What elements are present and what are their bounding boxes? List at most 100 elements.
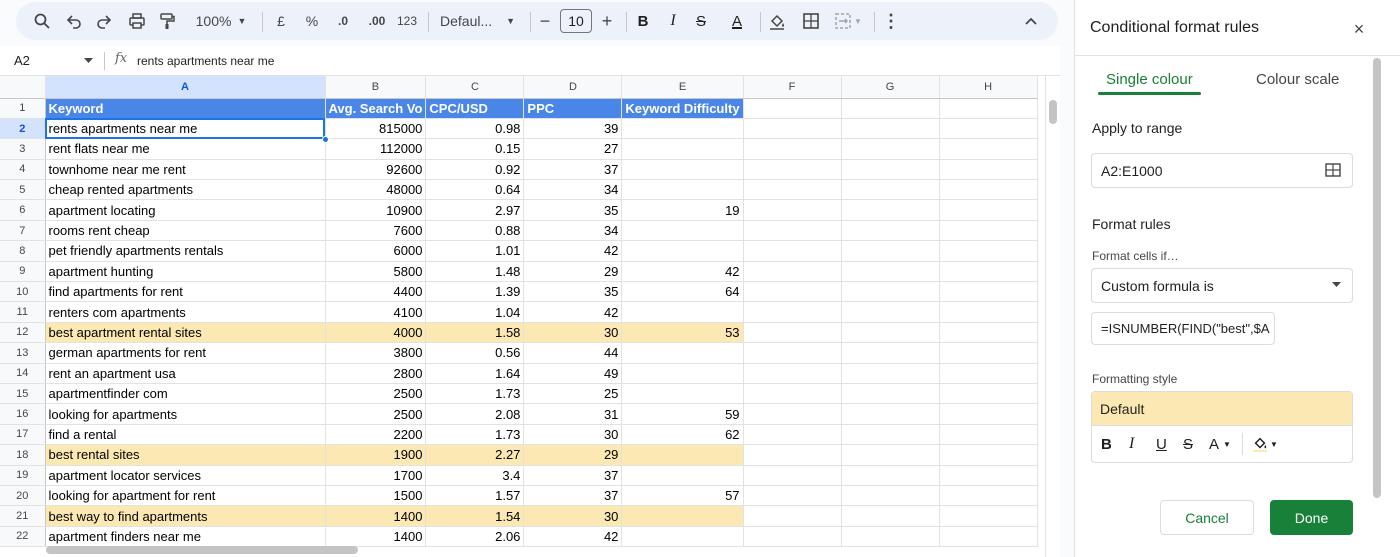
number-format-button[interactable]: 123	[394, 2, 420, 40]
ppc-cell[interactable]: 42	[523, 240, 623, 262]
empty-cell[interactable]	[939, 424, 1038, 446]
search-cell[interactable]: 10900	[325, 199, 427, 221]
search-icon[interactable]	[32, 2, 52, 40]
empty-cell[interactable]	[939, 220, 1038, 242]
empty-cell[interactable]	[841, 526, 940, 548]
empty-cell[interactable]	[939, 199, 1038, 221]
cpc-cell[interactable]: 1.04	[425, 301, 525, 323]
empty-cell[interactable]	[939, 261, 1038, 283]
cpc-cell[interactable]: 2.08	[425, 403, 525, 425]
text-color-button[interactable]: A	[724, 2, 750, 40]
empty-cell[interactable]	[939, 301, 1038, 323]
empty-cell[interactable]	[939, 342, 1038, 364]
row-header[interactable]: 15	[0, 383, 46, 405]
kd-cell[interactable]	[621, 159, 744, 181]
empty-cell[interactable]	[841, 118, 940, 140]
empty-cell[interactable]	[743, 199, 842, 221]
row-header[interactable]: 10	[0, 281, 46, 303]
row-header[interactable]: 8	[0, 240, 46, 262]
row-header[interactable]: 5	[0, 179, 46, 201]
bold-button[interactable]: B	[634, 2, 652, 40]
row-header[interactable]: 9	[0, 261, 46, 283]
keyword-cell[interactable]: apartment locator services	[45, 465, 326, 486]
keyword-cell[interactable]: rent an apartment usa	[45, 363, 326, 384]
kd-cell[interactable]	[621, 342, 744, 364]
row-header[interactable]: 6	[0, 199, 46, 221]
horizontal-scrollbar-thumb[interactable]	[46, 546, 358, 554]
undo-icon[interactable]	[64, 2, 84, 40]
cpc-cell[interactable]: 1.48	[425, 261, 525, 283]
empty-cell[interactable]	[939, 526, 1038, 548]
search-cell[interactable]: 4000	[325, 322, 427, 344]
search-cell[interactable]: 2500	[325, 383, 427, 405]
name-box[interactable]: A2	[14, 53, 30, 68]
kd-cell[interactable]	[621, 383, 744, 405]
header-cell[interactable]: Keyword Difficulty	[621, 98, 744, 119]
kd-cell[interactable]	[621, 138, 744, 160]
keyword-cell[interactable]: rooms rent cheap	[45, 220, 326, 242]
cpc-cell[interactable]: 1.54	[425, 505, 525, 527]
decrease-font-size-button[interactable]: −	[536, 2, 554, 40]
ppc-cell[interactable]: 27	[523, 138, 623, 160]
cpc-cell[interactable]: 1.01	[425, 240, 525, 262]
ppc-cell[interactable]: 34	[523, 220, 623, 242]
search-cell[interactable]: 3800	[325, 342, 427, 364]
row-header[interactable]: 18	[0, 444, 46, 466]
style-fill-color-icon[interactable]: ▼	[1252, 434, 1278, 454]
kd-cell[interactable]	[621, 301, 744, 323]
search-cell[interactable]: 112000	[325, 138, 427, 160]
search-cell[interactable]: 92600	[325, 159, 427, 181]
search-cell[interactable]: 2500	[325, 403, 427, 425]
empty-cell[interactable]	[743, 363, 842, 384]
keyword-cell[interactable]: apartment locating	[45, 199, 326, 221]
empty-cell[interactable]	[841, 424, 940, 446]
style-italic-button[interactable]: I	[1129, 434, 1134, 454]
empty-cell[interactable]	[743, 383, 842, 405]
empty-cell[interactable]	[841, 322, 940, 344]
empty-cell[interactable]	[841, 342, 940, 364]
empty-cell[interactable]	[743, 118, 842, 140]
style-text-color-button[interactable]: A ▼	[1209, 434, 1231, 454]
kd-cell[interactable]	[621, 240, 744, 262]
empty-cell[interactable]	[939, 138, 1038, 160]
cpc-cell[interactable]: 0.56	[425, 342, 525, 364]
row-header[interactable]: 20	[0, 485, 46, 507]
ppc-cell[interactable]: 37	[523, 159, 623, 181]
empty-cell[interactable]	[743, 159, 842, 181]
column-header-a[interactable]: A	[45, 76, 326, 99]
empty-cell[interactable]	[841, 261, 940, 283]
header-cell[interactable]: CPC/USD	[425, 98, 525, 119]
empty-cell[interactable]	[841, 199, 940, 221]
search-cell[interactable]: 48000	[325, 179, 427, 201]
search-cell[interactable]: 2200	[325, 424, 427, 446]
kd-cell[interactable]: 42	[621, 261, 744, 283]
empty-cell[interactable]	[743, 179, 842, 201]
empty-cell[interactable]	[841, 403, 940, 425]
empty-cell[interactable]	[939, 505, 1038, 527]
empty-cell[interactable]	[743, 220, 842, 242]
search-cell[interactable]: 1400	[325, 505, 427, 527]
increase-font-size-button[interactable]: +	[598, 2, 616, 40]
keyword-cell[interactable]: looking for apartment for rent	[45, 485, 326, 507]
paint-format-icon[interactable]	[156, 2, 178, 40]
kd-cell[interactable]: 64	[621, 281, 744, 303]
row-header[interactable]: 22	[0, 526, 46, 548]
search-cell[interactable]: 7600	[325, 220, 427, 242]
more-options-icon[interactable]: ⋮	[882, 2, 900, 40]
empty-cell[interactable]	[939, 159, 1038, 181]
empty-cell[interactable]	[743, 465, 842, 486]
ppc-cell[interactable]: 35	[523, 199, 623, 221]
header-cell[interactable]: Avg. Search Vo	[325, 98, 427, 119]
keyword-cell[interactable]: rent flats near me	[45, 138, 326, 160]
empty-cell[interactable]	[743, 505, 842, 527]
search-cell[interactable]: 1700	[325, 465, 427, 486]
empty-cell[interactable]	[743, 301, 842, 323]
empty-cell[interactable]	[743, 424, 842, 446]
keyword-cell[interactable]: best way to find apartments	[45, 505, 326, 527]
keyword-cell[interactable]: renters com apartments	[45, 301, 326, 323]
row-header[interactable]: 19	[0, 465, 46, 486]
cpc-cell[interactable]: 0.64	[425, 179, 525, 201]
empty-cell[interactable]	[743, 444, 842, 466]
done-button[interactable]: Done	[1270, 500, 1353, 535]
kd-cell[interactable]	[621, 505, 744, 527]
